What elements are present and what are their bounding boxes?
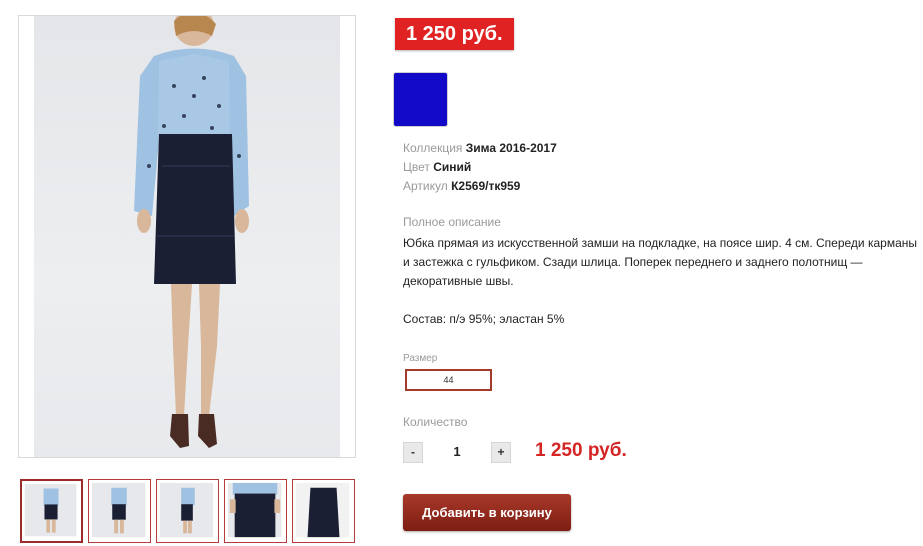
attribute-value: Синий [433, 160, 472, 174]
size-option-44[interactable]: 44 [405, 369, 492, 391]
attribute-color: Цвет Синий [403, 158, 557, 177]
product-photo [34, 16, 340, 457]
color-swatch[interactable] [393, 72, 448, 127]
product-description: Юбка прямая из искусственной замши на по… [403, 236, 918, 326]
thumbnail-3[interactable] [156, 479, 219, 543]
product-attributes: Коллекция Зима 2016-2017 Цвет Синий Арти… [403, 139, 557, 196]
main-product-image[interactable] [18, 15, 356, 458]
thumbnail-5[interactable] [292, 479, 355, 543]
add-to-cart-button[interactable]: Добавить в корзину [403, 494, 571, 531]
thumbnail-4[interactable] [224, 479, 287, 543]
total-price: 1 250 руб. [535, 440, 627, 461]
thumbnail-2[interactable] [88, 479, 151, 543]
attribute-article: Артикул К2569/тк959 [403, 177, 557, 196]
attribute-value: Зима 2016-2017 [465, 141, 557, 155]
thumbnail-gallery [20, 479, 355, 543]
size-title: Размер [403, 353, 438, 364]
price-badge: 1 250 руб. [395, 18, 514, 50]
quantity-increase-button[interactable]: + [491, 442, 511, 463]
quantity-decrease-button[interactable]: - [403, 442, 423, 463]
quantity-title: Количество [403, 415, 468, 429]
attribute-label: Артикул [403, 179, 448, 193]
thumbnail-1[interactable] [20, 479, 83, 543]
attribute-collection: Коллекция Зима 2016-2017 [403, 139, 557, 158]
quantity-value[interactable]: 1 [440, 444, 474, 459]
description-title: Полное описание [403, 215, 501, 229]
attribute-value: К2569/тк959 [451, 179, 521, 193]
attribute-label: Коллекция [403, 141, 463, 155]
model-illustration [134, 16, 249, 448]
attribute-label: Цвет [403, 160, 430, 174]
